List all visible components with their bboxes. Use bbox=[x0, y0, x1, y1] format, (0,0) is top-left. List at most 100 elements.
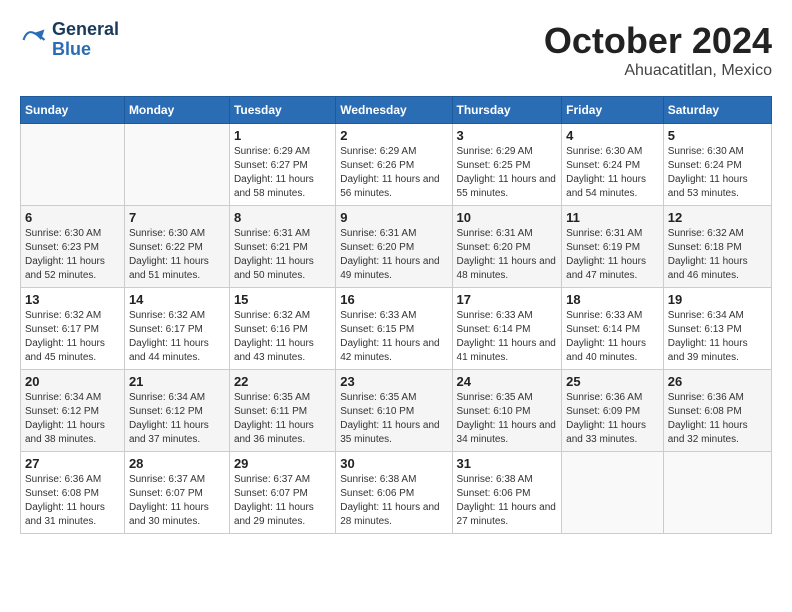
day-number: 15 bbox=[234, 292, 331, 307]
day-info: Sunrise: 6:35 AM Sunset: 6:10 PM Dayligh… bbox=[340, 391, 447, 447]
week-row-2: 6 Sunrise: 6:30 AM Sunset: 6:23 PM Daylig… bbox=[21, 206, 772, 288]
week-row-1: 1 Sunrise: 6:29 AM Sunset: 6:27 PM Daylig… bbox=[21, 124, 772, 206]
day-cell: 4 Sunrise: 6:30 AM Sunset: 6:24 PM Daylig… bbox=[562, 124, 664, 206]
day-cell bbox=[21, 124, 125, 206]
day-number: 11 bbox=[566, 210, 659, 225]
day-cell: 2Sunrise: 6:29 AM Sunset: 6:26 PM Daylig… bbox=[336, 124, 452, 206]
day-number: 27 bbox=[25, 456, 120, 471]
day-cell: 29 Sunrise: 6:37 AM Sunset: 6:07 PM Dayli… bbox=[229, 452, 335, 534]
header-cell-monday: Monday bbox=[124, 97, 229, 124]
day-number: 16 bbox=[340, 292, 447, 307]
day-number: 17 bbox=[457, 292, 558, 307]
logo-icon bbox=[20, 26, 48, 54]
calendar-table: SundayMondayTuesdayWednesdayThursdayFrid… bbox=[20, 96, 772, 534]
day-info: Sunrise: 6:37 AM Sunset: 6:07 PM Dayligh… bbox=[129, 473, 225, 529]
day-info: Sunrise: 6:32 AM Sunset: 6:18 PM Dayligh… bbox=[668, 227, 767, 283]
day-number: 4 bbox=[566, 128, 659, 143]
day-number: 3 bbox=[457, 128, 558, 143]
day-cell: 16 Sunrise: 6:33 AM Sunset: 6:15 PM Dayli… bbox=[336, 288, 452, 370]
header-cell-saturday: Saturday bbox=[663, 97, 771, 124]
day-cell: 17 Sunrise: 6:33 AM Sunset: 6:14 PM Dayli… bbox=[452, 288, 562, 370]
day-info: Sunrise: 6:38 AM Sunset: 6:06 PM Dayligh… bbox=[340, 473, 447, 529]
day-info: Sunrise: 6:33 AM Sunset: 6:14 PM Dayligh… bbox=[457, 309, 558, 365]
day-info: Sunrise: 6:30 AM Sunset: 6:23 PM Dayligh… bbox=[25, 227, 120, 283]
day-cell: 11 Sunrise: 6:31 AM Sunset: 6:19 PM Dayli… bbox=[562, 206, 664, 288]
day-cell: 10 Sunrise: 6:31 AM Sunset: 6:20 PM Dayli… bbox=[452, 206, 562, 288]
page-header: General Blue October 2024 Ahuacatitlan, … bbox=[20, 20, 772, 80]
day-info: Sunrise: 6:37 AM Sunset: 6:07 PM Dayligh… bbox=[234, 473, 331, 529]
day-number: 25 bbox=[566, 374, 659, 389]
day-cell: 23Sunrise: 6:35 AM Sunset: 6:10 PM Dayli… bbox=[336, 370, 452, 452]
day-cell: 18Sunrise: 6:33 AM Sunset: 6:14 PM Dayli… bbox=[562, 288, 664, 370]
day-info: Sunrise: 6:30 AM Sunset: 6:22 PM Dayligh… bbox=[129, 227, 225, 283]
day-number: 30 bbox=[340, 456, 447, 471]
day-cell: 21 Sunrise: 6:34 AM Sunset: 6:12 PM Dayli… bbox=[124, 370, 229, 452]
day-number: 29 bbox=[234, 456, 331, 471]
day-info: Sunrise: 6:34 AM Sunset: 6:12 PM Dayligh… bbox=[129, 391, 225, 447]
day-info: Sunrise: 6:36 AM Sunset: 6:08 PM Dayligh… bbox=[25, 473, 120, 529]
day-number: 9 bbox=[340, 210, 447, 225]
day-info: Sunrise: 6:33 AM Sunset: 6:15 PM Dayligh… bbox=[340, 309, 447, 365]
day-cell: 5Sunrise: 6:30 AM Sunset: 6:24 PM Daylig… bbox=[663, 124, 771, 206]
day-info: Sunrise: 6:32 AM Sunset: 6:16 PM Dayligh… bbox=[234, 309, 331, 365]
page-title: October 2024 bbox=[544, 20, 772, 62]
day-info: Sunrise: 6:38 AM Sunset: 6:06 PM Dayligh… bbox=[457, 473, 558, 529]
day-info: Sunrise: 6:33 AM Sunset: 6:14 PM Dayligh… bbox=[566, 309, 659, 365]
day-cell: 24 Sunrise: 6:35 AM Sunset: 6:10 PM Dayli… bbox=[452, 370, 562, 452]
logo-text: General Blue bbox=[52, 20, 119, 60]
day-info: Sunrise: 6:34 AM Sunset: 6:12 PM Dayligh… bbox=[25, 391, 120, 447]
logo-line1: General bbox=[52, 20, 119, 40]
day-info: Sunrise: 6:29 AM Sunset: 6:27 PM Dayligh… bbox=[234, 145, 331, 201]
week-row-3: 13 Sunrise: 6:32 AM Sunset: 6:17 PM Dayli… bbox=[21, 288, 772, 370]
day-number: 1 bbox=[234, 128, 331, 143]
header-cell-friday: Friday bbox=[562, 97, 664, 124]
day-info: Sunrise: 6:35 AM Sunset: 6:11 PM Dayligh… bbox=[234, 391, 331, 447]
week-row-5: 27 Sunrise: 6:36 AM Sunset: 6:08 PM Dayli… bbox=[21, 452, 772, 534]
day-cell bbox=[562, 452, 664, 534]
day-info: Sunrise: 6:35 AM Sunset: 6:10 PM Dayligh… bbox=[457, 391, 558, 447]
day-cell: 19 Sunrise: 6:34 AM Sunset: 6:13 PM Dayli… bbox=[663, 288, 771, 370]
header-cell-tuesday: Tuesday bbox=[229, 97, 335, 124]
day-cell: 15 Sunrise: 6:32 AM Sunset: 6:16 PM Dayli… bbox=[229, 288, 335, 370]
day-number: 12 bbox=[668, 210, 767, 225]
day-cell: 6 Sunrise: 6:30 AM Sunset: 6:23 PM Daylig… bbox=[21, 206, 125, 288]
day-number: 28 bbox=[129, 456, 225, 471]
day-info: Sunrise: 6:31 AM Sunset: 6:19 PM Dayligh… bbox=[566, 227, 659, 283]
day-cell: 22 Sunrise: 6:35 AM Sunset: 6:11 PM Dayli… bbox=[229, 370, 335, 452]
day-number: 26 bbox=[668, 374, 767, 389]
day-number: 22 bbox=[234, 374, 331, 389]
day-number: 19 bbox=[668, 292, 767, 307]
day-number: 20 bbox=[25, 374, 120, 389]
day-cell: 9 Sunrise: 6:31 AM Sunset: 6:20 PM Daylig… bbox=[336, 206, 452, 288]
day-cell bbox=[124, 124, 229, 206]
day-cell: 3Sunrise: 6:29 AM Sunset: 6:25 PM Daylig… bbox=[452, 124, 562, 206]
day-info: Sunrise: 6:36 AM Sunset: 6:08 PM Dayligh… bbox=[668, 391, 767, 447]
day-info: Sunrise: 6:31 AM Sunset: 6:21 PM Dayligh… bbox=[234, 227, 331, 283]
header-cell-thursday: Thursday bbox=[452, 97, 562, 124]
day-info: Sunrise: 6:31 AM Sunset: 6:20 PM Dayligh… bbox=[340, 227, 447, 283]
day-number: 21 bbox=[129, 374, 225, 389]
day-cell: 14 Sunrise: 6:32 AM Sunset: 6:17 PM Dayli… bbox=[124, 288, 229, 370]
day-number: 6 bbox=[25, 210, 120, 225]
day-cell: 25Sunrise: 6:36 AM Sunset: 6:09 PM Dayli… bbox=[562, 370, 664, 452]
day-info: Sunrise: 6:30 AM Sunset: 6:24 PM Dayligh… bbox=[566, 145, 659, 201]
day-info: Sunrise: 6:32 AM Sunset: 6:17 PM Dayligh… bbox=[129, 309, 225, 365]
day-number: 24 bbox=[457, 374, 558, 389]
day-info: Sunrise: 6:30 AM Sunset: 6:24 PM Dayligh… bbox=[668, 145, 767, 201]
day-number: 31 bbox=[457, 456, 558, 471]
day-cell: 26 Sunrise: 6:36 AM Sunset: 6:08 PM Dayli… bbox=[663, 370, 771, 452]
title-block: October 2024 Ahuacatitlan, Mexico bbox=[544, 20, 772, 80]
header-cell-wednesday: Wednesday bbox=[336, 97, 452, 124]
day-number: 10 bbox=[457, 210, 558, 225]
day-cell: 13Sunrise: 6:32 AM Sunset: 6:17 PM Dayli… bbox=[21, 288, 125, 370]
day-cell bbox=[663, 452, 771, 534]
day-number: 14 bbox=[129, 292, 225, 307]
day-cell: 31 Sunrise: 6:38 AM Sunset: 6:06 PM Dayli… bbox=[452, 452, 562, 534]
day-number: 8 bbox=[234, 210, 331, 225]
day-cell: 12 Sunrise: 6:32 AM Sunset: 6:18 PM Dayli… bbox=[663, 206, 771, 288]
day-cell: 30 Sunrise: 6:38 AM Sunset: 6:06 PM Dayli… bbox=[336, 452, 452, 534]
day-info: Sunrise: 6:34 AM Sunset: 6:13 PM Dayligh… bbox=[668, 309, 767, 365]
day-info: Sunrise: 6:31 AM Sunset: 6:20 PM Dayligh… bbox=[457, 227, 558, 283]
day-number: 7 bbox=[129, 210, 225, 225]
day-number: 13 bbox=[25, 292, 120, 307]
